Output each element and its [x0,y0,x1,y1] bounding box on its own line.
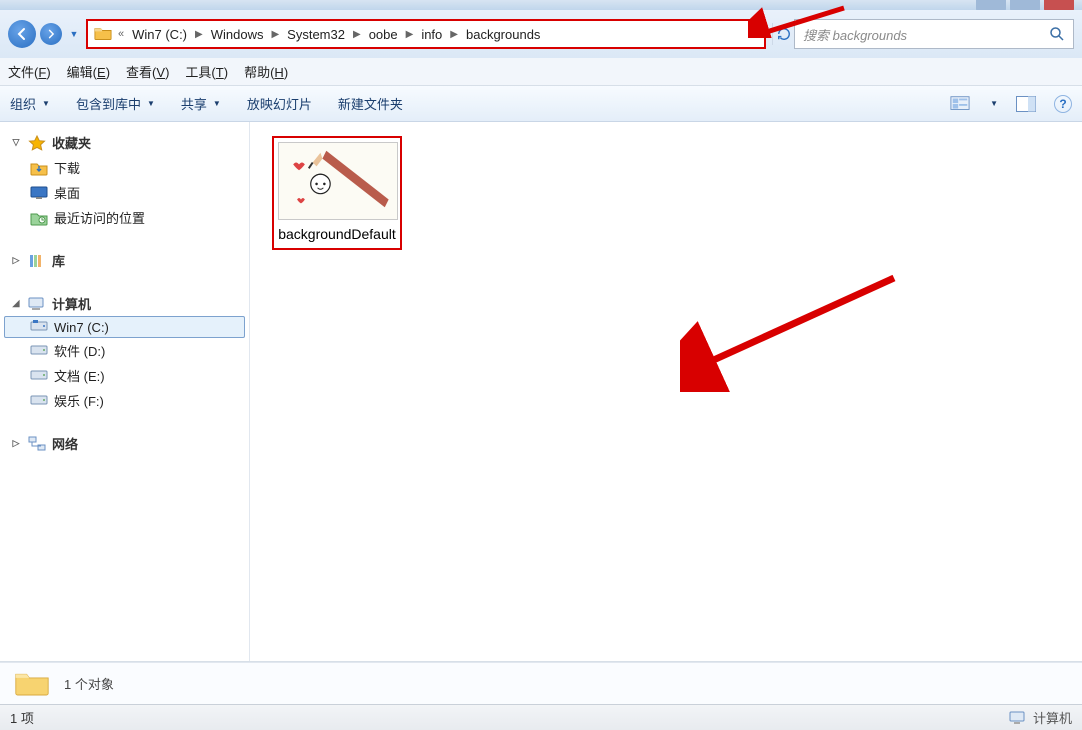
file-item-backgrounddefault[interactable]: backgroundDefault [272,136,402,250]
tree-label: 娱乐 (F:) [54,391,104,410]
tree-item-downloads[interactable]: 下载 [4,155,245,180]
chevron-down-icon: ▼ [42,99,50,108]
tree-label: 计算机 [52,294,91,313]
chevron-down-icon: ▼ [213,99,221,108]
navigation-pane: ▽ 收藏夹 下载 桌面 [0,122,250,661]
chevron-right-icon[interactable]: ▶ [444,29,464,40]
status-bar: 1 项 计算机 [0,704,1082,730]
tree-group-libraries: ▷ 库 [4,248,245,273]
tree-item-drive-d[interactable]: 软件 (D:) [4,338,245,363]
breadcrumb-root[interactable]: Win7 (C:) [130,27,189,42]
details-count-label: 1 个对象 [64,674,114,693]
collapse-icon[interactable]: ◢ [10,298,22,309]
chevron-down-icon: ▼ [147,99,155,108]
annotation-arrow-icon [680,272,900,392]
tree-label: Win7 (C:) [54,320,109,335]
desktop-icon [30,185,48,201]
menu-help[interactable]: 帮助(H) [244,62,288,81]
tree-label: 最近访问的位置 [54,208,145,227]
tree-group-favorites: ▽ 收藏夹 下载 桌面 [4,130,245,230]
breadcrumb-segment[interactable]: oobe [367,27,400,42]
file-thumbnail [278,142,398,220]
network-icon [28,436,46,452]
tree-label: 收藏夹 [52,133,91,152]
menu-file[interactable]: 文件(F) [8,62,51,81]
menu-bar: 文件(F) 编辑(E) 查看(V) 工具(T) 帮助(H) [0,58,1082,86]
star-icon [28,135,46,151]
file-list-pane[interactable]: backgroundDefault [250,122,1082,661]
breadcrumb-segment[interactable]: info [419,27,444,42]
preview-pane-button[interactable] [1016,94,1036,114]
tree-group-computer: ◢ 计算机 Win7 (C:) 软件 (D:) 文档 (E:) [4,291,245,413]
nav-forward-button[interactable] [40,23,62,45]
search-placeholder: 搜索 backgrounds [803,25,907,44]
tree-item-drive-e[interactable]: 文档 (E:) [4,363,245,388]
drive-icon [30,393,48,409]
computer-icon [28,296,46,312]
drive-icon [30,343,48,359]
status-item-count: 1 项 [10,708,34,727]
breadcrumb-segment[interactable]: Windows [209,27,266,42]
expand-icon[interactable]: ▷ [10,255,22,266]
downloads-icon [30,160,48,176]
tree-header-libraries[interactable]: ▷ 库 [4,248,245,273]
tree-group-network: ▷ 网络 [4,431,245,456]
search-input[interactable]: 搜索 backgrounds [794,19,1074,49]
explorer-toolbar: 组织▼ 包含到库中▼ 共享▼ 放映幻灯片 新建文件夹 ▼ ? [0,86,1082,122]
chevron-right-icon[interactable]: ▶ [189,29,209,40]
tree-item-drive-c[interactable]: Win7 (C:) [4,316,245,338]
drive-icon [30,319,48,335]
chevron-right-icon[interactable]: ▶ [265,29,285,40]
tree-header-computer[interactable]: ◢ 计算机 [4,291,245,316]
chevron-right-icon[interactable]: ▶ [347,29,367,40]
tree-label: 下载 [54,158,80,177]
computer-icon [1009,711,1027,725]
tree-label: 桌面 [54,183,80,202]
toolbar-organize[interactable]: 组织▼ [10,94,50,113]
recent-icon [30,210,48,226]
toolbar-slideshow[interactable]: 放映幻灯片 [247,94,312,113]
chevron-right-icon[interactable]: ▶ [400,29,420,40]
tree-header-network[interactable]: ▷ 网络 [4,431,245,456]
search-icon[interactable] [1049,26,1065,42]
menu-tools[interactable]: 工具(T) [185,62,228,81]
chevron-down-icon[interactable]: ▼ [990,99,998,108]
address-bar[interactable]: « Win7 (C:) ▶ Windows ▶ System32 ▶ oobe … [86,19,766,49]
toolbar-share[interactable]: 共享▼ [181,94,221,113]
drive-icon [30,368,48,384]
path-overflow-icon[interactable]: « [118,28,124,40]
toolbar-new-folder[interactable]: 新建文件夹 [338,94,403,113]
tree-item-drive-f[interactable]: 娱乐 (F:) [4,388,245,413]
tree-label: 软件 (D:) [54,341,105,360]
tree-header-favorites[interactable]: ▽ 收藏夹 [4,130,245,155]
nav-back-button[interactable] [8,20,36,48]
menu-view[interactable]: 查看(V) [126,62,169,81]
window-caption-strip [0,0,1082,10]
change-view-button[interactable] [950,94,970,114]
menu-edit[interactable]: 编辑(E) [67,62,110,81]
folder-icon [14,668,50,700]
breadcrumb-segment[interactable]: backgrounds [464,27,542,42]
tree-item-desktop[interactable]: 桌面 [4,180,245,205]
details-pane: 1 个对象 [0,662,1082,704]
tree-label: 文档 (E:) [54,366,105,385]
help-button[interactable]: ? [1054,95,1072,113]
explorer-nav-bar: ▼ « Win7 (C:) ▶ Windows ▶ System32 ▶ oob… [0,10,1082,58]
refresh-button[interactable] [772,23,794,45]
collapse-icon[interactable]: ▽ [10,137,22,148]
tree-item-recent-places[interactable]: 最近访问的位置 [4,205,245,230]
status-computer-label: 计算机 [1033,708,1072,727]
breadcrumb-segment[interactable]: System32 [285,27,347,42]
libraries-icon [28,253,46,269]
expand-icon[interactable]: ▷ [10,438,22,449]
tree-label: 库 [52,251,65,270]
address-dropdown-icon[interactable]: ▼ [749,29,758,39]
folder-icon [94,26,112,42]
tree-label: 网络 [52,434,78,453]
breadcrumb: Win7 (C:) ▶ Windows ▶ System32 ▶ oobe ▶ … [130,27,542,42]
toolbar-include-in-library[interactable]: 包含到库中▼ [76,94,155,113]
nav-history-dropdown[interactable]: ▼ [68,24,80,44]
file-name-label: backgroundDefault [278,226,396,244]
